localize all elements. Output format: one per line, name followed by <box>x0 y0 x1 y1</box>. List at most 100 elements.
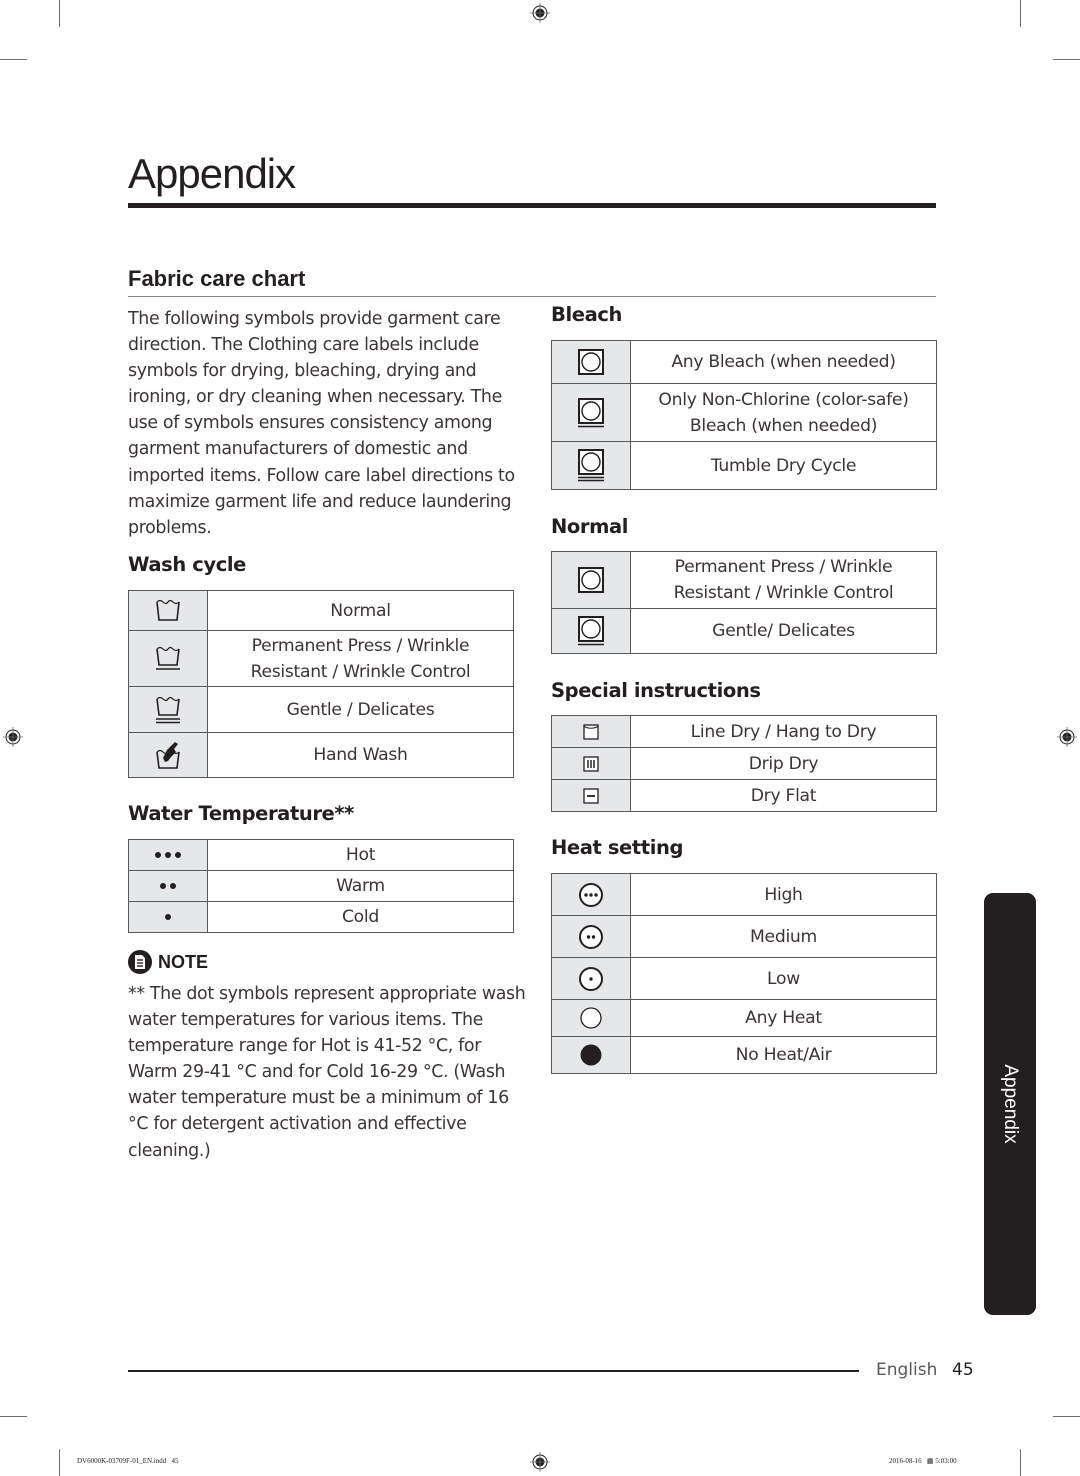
wash-cycle-label: Normal <box>207 590 514 631</box>
bleach-table: Any Bleach (when needed) Only Non-Chlori… <box>551 340 937 490</box>
crop-mark <box>59 0 60 27</box>
table-row: Only Non-Chlorine (color-safe) Bleach (w… <box>551 383 937 442</box>
tumble-dry-one-bar-icon <box>578 616 604 646</box>
side-tab-label: Appendix <box>1000 1064 1021 1144</box>
section-rule <box>128 296 936 297</box>
one-dot-icon <box>165 914 171 920</box>
crop-mark <box>0 59 27 60</box>
registration-mark-icon <box>3 727 23 747</box>
water-temperature-label: Hot <box>207 839 514 871</box>
table-row: Medium <box>551 915 937 958</box>
wash-cycle-label: Hand Wash <box>207 732 514 778</box>
line-dry-icon <box>583 723 599 740</box>
bleach-label: Tumble Dry Cycle <box>630 441 937 490</box>
normal-label: Permanent Press / Wrinkle Resistant / Wr… <box>630 551 937 609</box>
footer-language: English <box>876 1360 938 1380</box>
heat-setting-label: Low <box>630 957 937 1000</box>
normal-label: Gentle/ Delicates <box>630 608 937 654</box>
slug-date: 2016-08-16 ▦ 5:03:00 <box>889 1457 957 1465</box>
three-dots-icon <box>155 852 181 858</box>
special-instructions-label: Dry Flat <box>630 779 937 812</box>
heat-setting-label: High <box>630 873 937 916</box>
note-text: ** The dot symbols represent appropriate… <box>128 984 526 1161</box>
water-temperature-label: Warm <box>207 870 514 902</box>
normal-table: Permanent Press / Wrinkle Resistant / Wr… <box>551 551 937 654</box>
heat-none-icon <box>580 1044 602 1066</box>
two-dots-icon <box>160 883 176 889</box>
page-title: Appendix <box>128 150 296 197</box>
washtub-normal-icon <box>156 599 180 621</box>
heat-setting-label: No Heat/Air <box>630 1036 937 1074</box>
washtub-hand-wash-icon <box>156 742 180 769</box>
side-tab[interactable]: Appendix <box>984 893 1036 1315</box>
heat-setting-label: Medium <box>630 915 937 958</box>
slug-file: DV6000K-03709F-01_EN.indd 45 <box>77 1457 179 1465</box>
table-row: Cold <box>128 901 514 933</box>
wash-cycle-heading: Wash cycle <box>128 553 246 576</box>
dry-flat-icon <box>583 787 599 804</box>
table-row: Tumble Dry Cycle <box>551 441 937 490</box>
table-row: High <box>551 873 937 916</box>
section-title: Fabric care chart <box>128 266 306 291</box>
water-temperature-table: Hot Warm Cold <box>128 839 514 933</box>
heat-setting-heading: Heat setting <box>551 836 684 859</box>
wash-cycle-table: Normal Permanent Press / Wrinkle Resista… <box>128 590 514 778</box>
table-row: Warm <box>128 870 514 902</box>
wash-cycle-label: Gentle / Delicates <box>207 686 514 733</box>
crop-mark <box>1020 0 1021 27</box>
table-row: Permanent Press / Wrinkle Resistant / Wr… <box>128 630 514 687</box>
crop-mark <box>59 1449 60 1476</box>
water-temperature-heading: Water Temperature** <box>128 802 354 825</box>
special-instructions-table: Line Dry / Hang to Dry Drip Dry Dry Flat <box>551 715 937 812</box>
tumble-dry-icon <box>578 349 604 375</box>
tumble-dry-icon <box>578 567 604 593</box>
wash-cycle-label: Permanent Press / Wrinkle Resistant / Wr… <box>207 630 514 687</box>
crop-mark <box>1020 1449 1021 1476</box>
table-row: Dry Flat <box>551 779 937 812</box>
note-icon <box>128 950 152 974</box>
table-row: Hot <box>128 839 514 871</box>
washtub-gentle-icon <box>156 696 180 723</box>
heat-low-icon <box>579 966 603 991</box>
drip-dry-icon <box>583 755 599 772</box>
registration-mark-icon <box>530 3 550 23</box>
washtub-permanent-press-icon <box>156 646 180 670</box>
registration-mark-icon <box>1057 727 1077 747</box>
special-instructions-label: Drip Dry <box>630 747 937 780</box>
special-instructions-label: Line Dry / Hang to Dry <box>630 715 937 748</box>
registration-mark-icon <box>530 1452 550 1472</box>
special-instructions-heading: Special instructions <box>551 679 761 702</box>
table-row: No Heat/Air <box>551 1036 937 1074</box>
heat-high-icon <box>579 882 603 907</box>
table-row: Hand Wash <box>128 732 514 778</box>
table-row: Any Heat <box>551 999 937 1037</box>
heat-medium-icon <box>579 924 603 949</box>
bleach-heading: Bleach <box>551 303 622 326</box>
table-row: Gentle / Delicates <box>128 686 514 733</box>
bleach-label: Only Non-Chlorine (color-safe) Bleach (w… <box>630 383 937 442</box>
title-rule <box>128 203 936 208</box>
heat-setting-table: High Medium Low Any Heat No Heat/Air <box>551 873 937 1074</box>
table-row: Normal <box>128 590 514 631</box>
tumble-dry-two-bars-icon <box>578 449 604 482</box>
note-label: NOTE <box>128 950 208 974</box>
intro-paragraph: The following symbols provide garment ca… <box>128 309 515 538</box>
table-row: Line Dry / Hang to Dry <box>551 715 937 748</box>
bleach-label: Any Bleach (when needed) <box>630 340 937 384</box>
crop-mark <box>1053 59 1080 60</box>
crop-mark <box>0 1416 27 1417</box>
heat-any-icon <box>580 1007 602 1029</box>
crop-mark <box>1053 1416 1080 1417</box>
tumble-dry-one-bar-icon <box>578 397 604 427</box>
table-row: Drip Dry <box>551 747 937 780</box>
table-row: Low <box>551 957 937 1000</box>
footer-rule <box>128 1370 859 1372</box>
table-row: Gentle/ Delicates <box>551 608 937 654</box>
water-temperature-label: Cold <box>207 901 514 933</box>
page-number: 45 <box>952 1360 974 1380</box>
table-row: Permanent Press / Wrinkle Resistant / Wr… <box>551 551 937 609</box>
normal-heading: Normal <box>551 515 629 538</box>
table-row: Any Bleach (when needed) <box>551 340 937 384</box>
heat-setting-label: Any Heat <box>630 999 937 1037</box>
note-title: NOTE <box>158 951 209 972</box>
